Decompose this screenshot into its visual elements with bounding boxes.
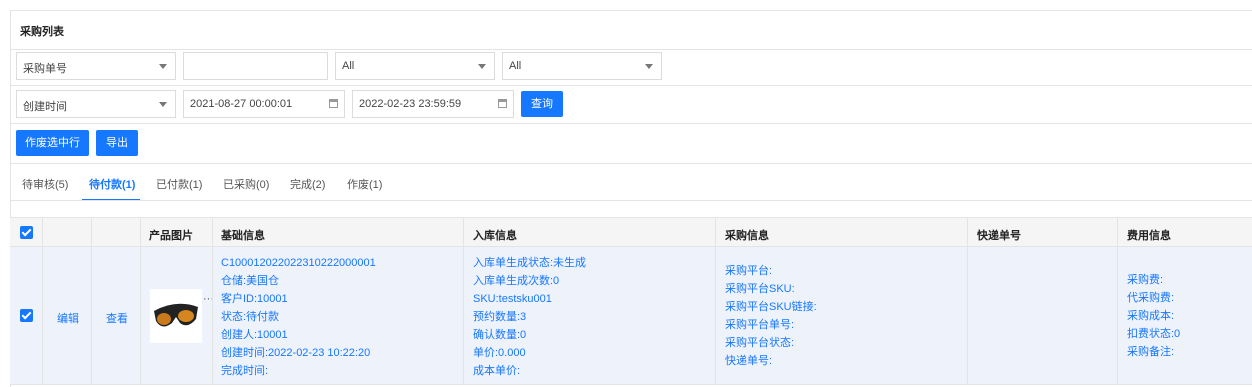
divider bbox=[10, 163, 1252, 164]
column-divider bbox=[91, 217, 92, 385]
export-button[interactable]: 导出 bbox=[96, 130, 138, 156]
tab-pending-review[interactable]: 待审核(5) bbox=[22, 176, 68, 192]
column-header: 快递单号 bbox=[977, 230, 1021, 242]
column-header: 费用信息 bbox=[1127, 230, 1171, 242]
product-image bbox=[150, 289, 202, 343]
divider bbox=[10, 85, 1252, 86]
chevron-down-icon bbox=[645, 64, 653, 69]
page-title: 采购列表 bbox=[20, 26, 64, 38]
date-type-select[interactable]: 创建时间 bbox=[16, 90, 176, 118]
search-field-select[interactable]: 采购单号 bbox=[16, 52, 176, 80]
search-input[interactable] bbox=[183, 52, 328, 80]
column-divider bbox=[1117, 217, 1118, 385]
column-header: 入库信息 bbox=[473, 230, 517, 242]
column-header: 产品图片 bbox=[149, 230, 193, 242]
inbound-info: 入库单生成状态:未生成 入库单生成次数:0 SKU:testsku001 预约数… bbox=[473, 257, 587, 377]
column-divider bbox=[212, 217, 213, 385]
tab-voided[interactable]: 作废(1) bbox=[347, 176, 382, 192]
calendar-icon bbox=[329, 99, 338, 108]
void-selected-button[interactable]: 作废选中行 bbox=[16, 130, 89, 156]
fee-info: 采购费: 代采购费: 采购成本: 扣费状态:0 采购备注: bbox=[1127, 274, 1181, 358]
filter-select-2[interactable]: All bbox=[502, 52, 662, 80]
column-header: 采购信息 bbox=[725, 230, 769, 242]
end-date-input[interactable]: 2022-02-23 23:59:59 bbox=[352, 90, 514, 118]
table-row: 编辑 查看 ··· C10001202202231022200000​1 仓储:… bbox=[10, 247, 1252, 385]
row-checkbox[interactable] bbox=[20, 309, 33, 322]
divider bbox=[10, 200, 1252, 201]
filter-select-1[interactable]: All bbox=[335, 52, 495, 80]
divider bbox=[10, 123, 1252, 124]
tab-pending-payment[interactable]: 待付款(1) bbox=[89, 176, 135, 192]
tab-completed[interactable]: 完成(2) bbox=[290, 176, 325, 192]
column-divider bbox=[463, 217, 464, 385]
view-link[interactable]: 查看 bbox=[106, 310, 128, 326]
panel-header: 采购列表 bbox=[10, 10, 1252, 50]
edit-link[interactable]: 编辑 bbox=[57, 310, 79, 326]
chevron-down-icon bbox=[159, 102, 167, 107]
column-divider bbox=[967, 217, 968, 385]
tab-purchased[interactable]: 已采购(0) bbox=[223, 176, 269, 192]
tab-paid[interactable]: 已付款(1) bbox=[156, 176, 202, 192]
column-divider bbox=[140, 217, 141, 385]
calendar-icon bbox=[498, 99, 507, 108]
column-divider bbox=[715, 217, 716, 385]
query-button[interactable]: 查询 bbox=[521, 91, 563, 117]
start-date-input[interactable]: 2021-08-27 00:00:01 bbox=[183, 90, 345, 118]
chevron-down-icon bbox=[159, 64, 167, 69]
column-header: 基础信息 bbox=[221, 230, 265, 242]
column-divider bbox=[42, 217, 43, 385]
basic-info: C10001202202231022200000​1 仓储:美国仓 客户ID:1… bbox=[221, 257, 376, 377]
table-header: 产品图片 基础信息 入库信息 采购信息 快递单号 费用信息 bbox=[10, 217, 1252, 247]
chevron-down-icon bbox=[478, 64, 486, 69]
select-all-checkbox[interactable] bbox=[20, 226, 33, 239]
purchase-info: 采购平台: 采购平台SKU: 采购平台SKU链接: 采购平台单号: 采购平台状态… bbox=[725, 265, 817, 367]
